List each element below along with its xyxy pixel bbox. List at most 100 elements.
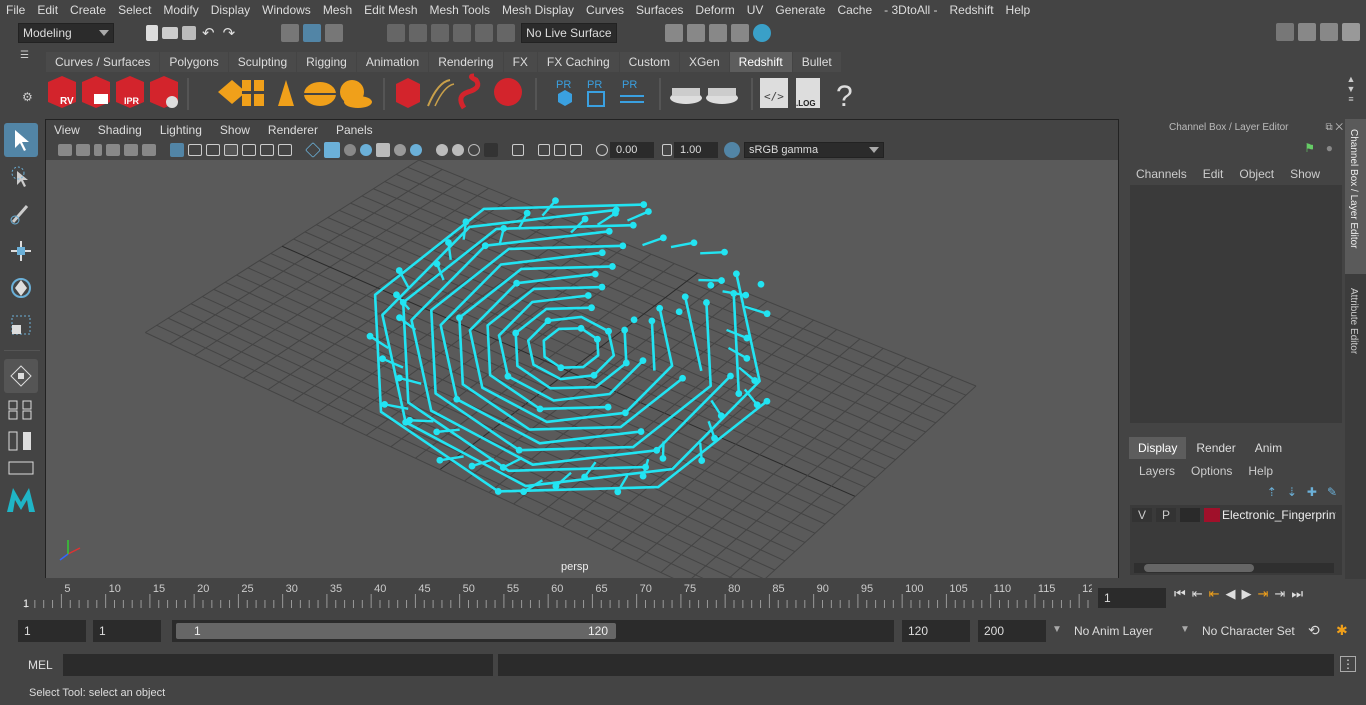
help-menu[interactable]: Help: [1240, 464, 1281, 478]
menu-3dtoall[interactable]: - 3DtoAll -: [878, 3, 943, 17]
render-frame-icon[interactable]: [687, 24, 706, 42]
move-layer-up-icon[interactable]: ⇡: [1267, 485, 1277, 499]
tab-render[interactable]: Render: [1187, 437, 1245, 459]
save-scene-icon[interactable]: [182, 26, 196, 40]
menu-windows[interactable]: Windows: [256, 3, 317, 17]
xray-active-icon[interactable]: [554, 144, 566, 156]
menu-mesh-tools[interactable]: Mesh Tools: [424, 3, 496, 17]
time-slider[interactable]: 5 10 15 20 25 30 35 40 45 50 55 60 65 70 75 80 85 90 95 100…: [20, 580, 1098, 612]
step-forward-key-icon[interactable]: ⇥: [1274, 586, 1285, 602]
xray-icon[interactable]: [376, 143, 390, 157]
undo-icon[interactable]: ↶: [202, 24, 215, 42]
shelf-tab-rigging[interactable]: Rigging: [297, 52, 356, 72]
safe-title-icon[interactable]: [278, 144, 292, 156]
animation-prefs-icon[interactable]: ✱: [1336, 622, 1348, 639]
film-gate-icon[interactable]: [188, 144, 202, 156]
viewport-menu-shading[interactable]: Shading: [90, 123, 152, 137]
redshift-settings-icon[interactable]: [150, 76, 178, 108]
step-back-key-icon[interactable]: ⇤: [1192, 586, 1203, 602]
menu-file[interactable]: File: [0, 3, 31, 17]
open-scene-icon[interactable]: [162, 27, 178, 39]
layer-name[interactable]: Electronic_Fingerprint: [1222, 508, 1336, 522]
menu-uv[interactable]: UV: [741, 3, 770, 17]
edit-menu[interactable]: Edit: [1195, 167, 1232, 181]
gate-mask-icon[interactable]: [224, 144, 238, 156]
layer-type-toggle[interactable]: [1180, 508, 1200, 522]
current-frame-field[interactable]: 1: [1098, 588, 1166, 608]
wireframe-icon[interactable]: [305, 142, 321, 158]
new-layer-from-selection-icon[interactable]: ✎: [1327, 485, 1337, 499]
hypershade-icon[interactable]: [753, 24, 772, 42]
mode-dropdown[interactable]: Modeling: [18, 23, 114, 43]
object-menu[interactable]: Object: [1231, 167, 1282, 181]
redshift-volume-icon[interactable]: [396, 73, 522, 110]
character-set-dropdown[interactable]: No Character Set: [1196, 620, 1302, 642]
new-layer-icon[interactable]: ✚: [1307, 485, 1317, 499]
select-component-icon[interactable]: [325, 24, 344, 42]
show-menu[interactable]: Show: [1282, 167, 1328, 181]
layer-visibility-toggle[interactable]: V: [1132, 508, 1152, 522]
menu-surfaces[interactable]: Surfaces: [630, 3, 689, 17]
isolate-select-icon[interactable]: [512, 144, 524, 156]
auto-key-icon[interactable]: ⟲: [1308, 622, 1320, 639]
shelf-settings-icon[interactable]: ⚙: [22, 90, 33, 104]
menu-mesh-display[interactable]: Mesh Display: [496, 3, 580, 17]
menu-edit[interactable]: Edit: [31, 3, 64, 17]
panel-float-close-icon[interactable]: ⧉ ✕: [1325, 119, 1343, 137]
view-transform-dropdown[interactable]: sRGB gamma: [744, 142, 884, 158]
resolution-gate-icon[interactable]: [206, 144, 220, 156]
viewport-menu-view[interactable]: View: [46, 123, 90, 137]
redshift-ipr-icon[interactable]: IPR: [116, 76, 144, 108]
tab-anim[interactable]: Anim: [1245, 437, 1292, 459]
animation-start-field[interactable]: 1: [18, 620, 86, 642]
image-plane-icon[interactable]: [106, 144, 120, 156]
viewport-menu-lighting[interactable]: Lighting: [152, 123, 212, 137]
safe-action-icon[interactable]: [260, 144, 274, 156]
shelf-tab-animation[interactable]: Animation: [356, 52, 429, 72]
options-menu[interactable]: Options: [1183, 464, 1240, 478]
layer-row[interactable]: V P Electronic_Fingerprint: [1130, 505, 1342, 525]
select-object-icon[interactable]: [303, 24, 322, 42]
anim-layer-arrow-icon[interactable]: ▼: [1180, 624, 1190, 635]
command-input[interactable]: [63, 654, 493, 676]
menu-select[interactable]: Select: [112, 3, 157, 17]
shelf-tab-fx-caching[interactable]: FX Caching: [537, 52, 619, 72]
menu-mesh[interactable]: Mesh: [317, 3, 358, 17]
log-icon[interactable]: .LOG: [796, 78, 820, 108]
shelf-tab-polygons[interactable]: Polygons: [160, 52, 228, 72]
layer-color-swatch[interactable]: [1204, 508, 1220, 522]
show-manipulator-icon[interactable]: [4, 359, 38, 393]
viewport-canvas[interactable]: persp: [46, 160, 1118, 578]
bake-icon[interactable]: [670, 88, 738, 104]
range-bar[interactable]: 1 120: [172, 620, 894, 642]
step-forward-frame-icon[interactable]: ⇥: [1258, 586, 1269, 602]
move-layer-down-icon[interactable]: ⇣: [1287, 485, 1297, 499]
menu-modify[interactable]: Modify: [157, 3, 204, 17]
render-view-icon[interactable]: [665, 24, 684, 42]
redshift-render-view-icon[interactable]: RV: [48, 76, 76, 108]
lasso-tool-icon[interactable]: [4, 160, 38, 194]
wireframe-on-shaded-icon[interactable]: [344, 144, 356, 156]
tool-settings-toggle-icon[interactable]: [1320, 23, 1338, 41]
shelf-tab-sculpting[interactable]: Sculpting: [228, 52, 297, 72]
go-to-start-icon[interactable]: ⏮: [1174, 586, 1186, 602]
range-handle[interactable]: 1 120: [176, 623, 616, 639]
shelf-menu-icon[interactable]: ☰: [20, 50, 34, 74]
layer-scroll-thumb[interactable]: [1144, 564, 1254, 572]
depth-of-field-icon[interactable]: [484, 143, 498, 157]
shelf-tab-xgen[interactable]: XGen: [679, 52, 729, 72]
2d-pan-zoom-icon[interactable]: [124, 144, 138, 156]
grease-pencil-icon[interactable]: [142, 144, 156, 156]
live-surface-icon[interactable]: [497, 24, 516, 42]
exposure-field[interactable]: 0.00: [610, 142, 654, 158]
shelf-tab-redshift[interactable]: Redshift: [729, 52, 792, 72]
proxy-tools-icon[interactable]: PR PR PR: [556, 79, 644, 107]
multisample-icon[interactable]: [468, 144, 480, 156]
snap-point-icon[interactable]: [431, 24, 450, 42]
grid-icon[interactable]: [170, 143, 184, 157]
viewport-menu-renderer[interactable]: Renderer: [260, 123, 328, 137]
field-chart-icon[interactable]: [242, 144, 256, 156]
menu-create[interactable]: Create: [64, 3, 112, 17]
ipr-render-icon[interactable]: [709, 24, 728, 42]
redo-icon[interactable]: ↷: [223, 24, 236, 42]
